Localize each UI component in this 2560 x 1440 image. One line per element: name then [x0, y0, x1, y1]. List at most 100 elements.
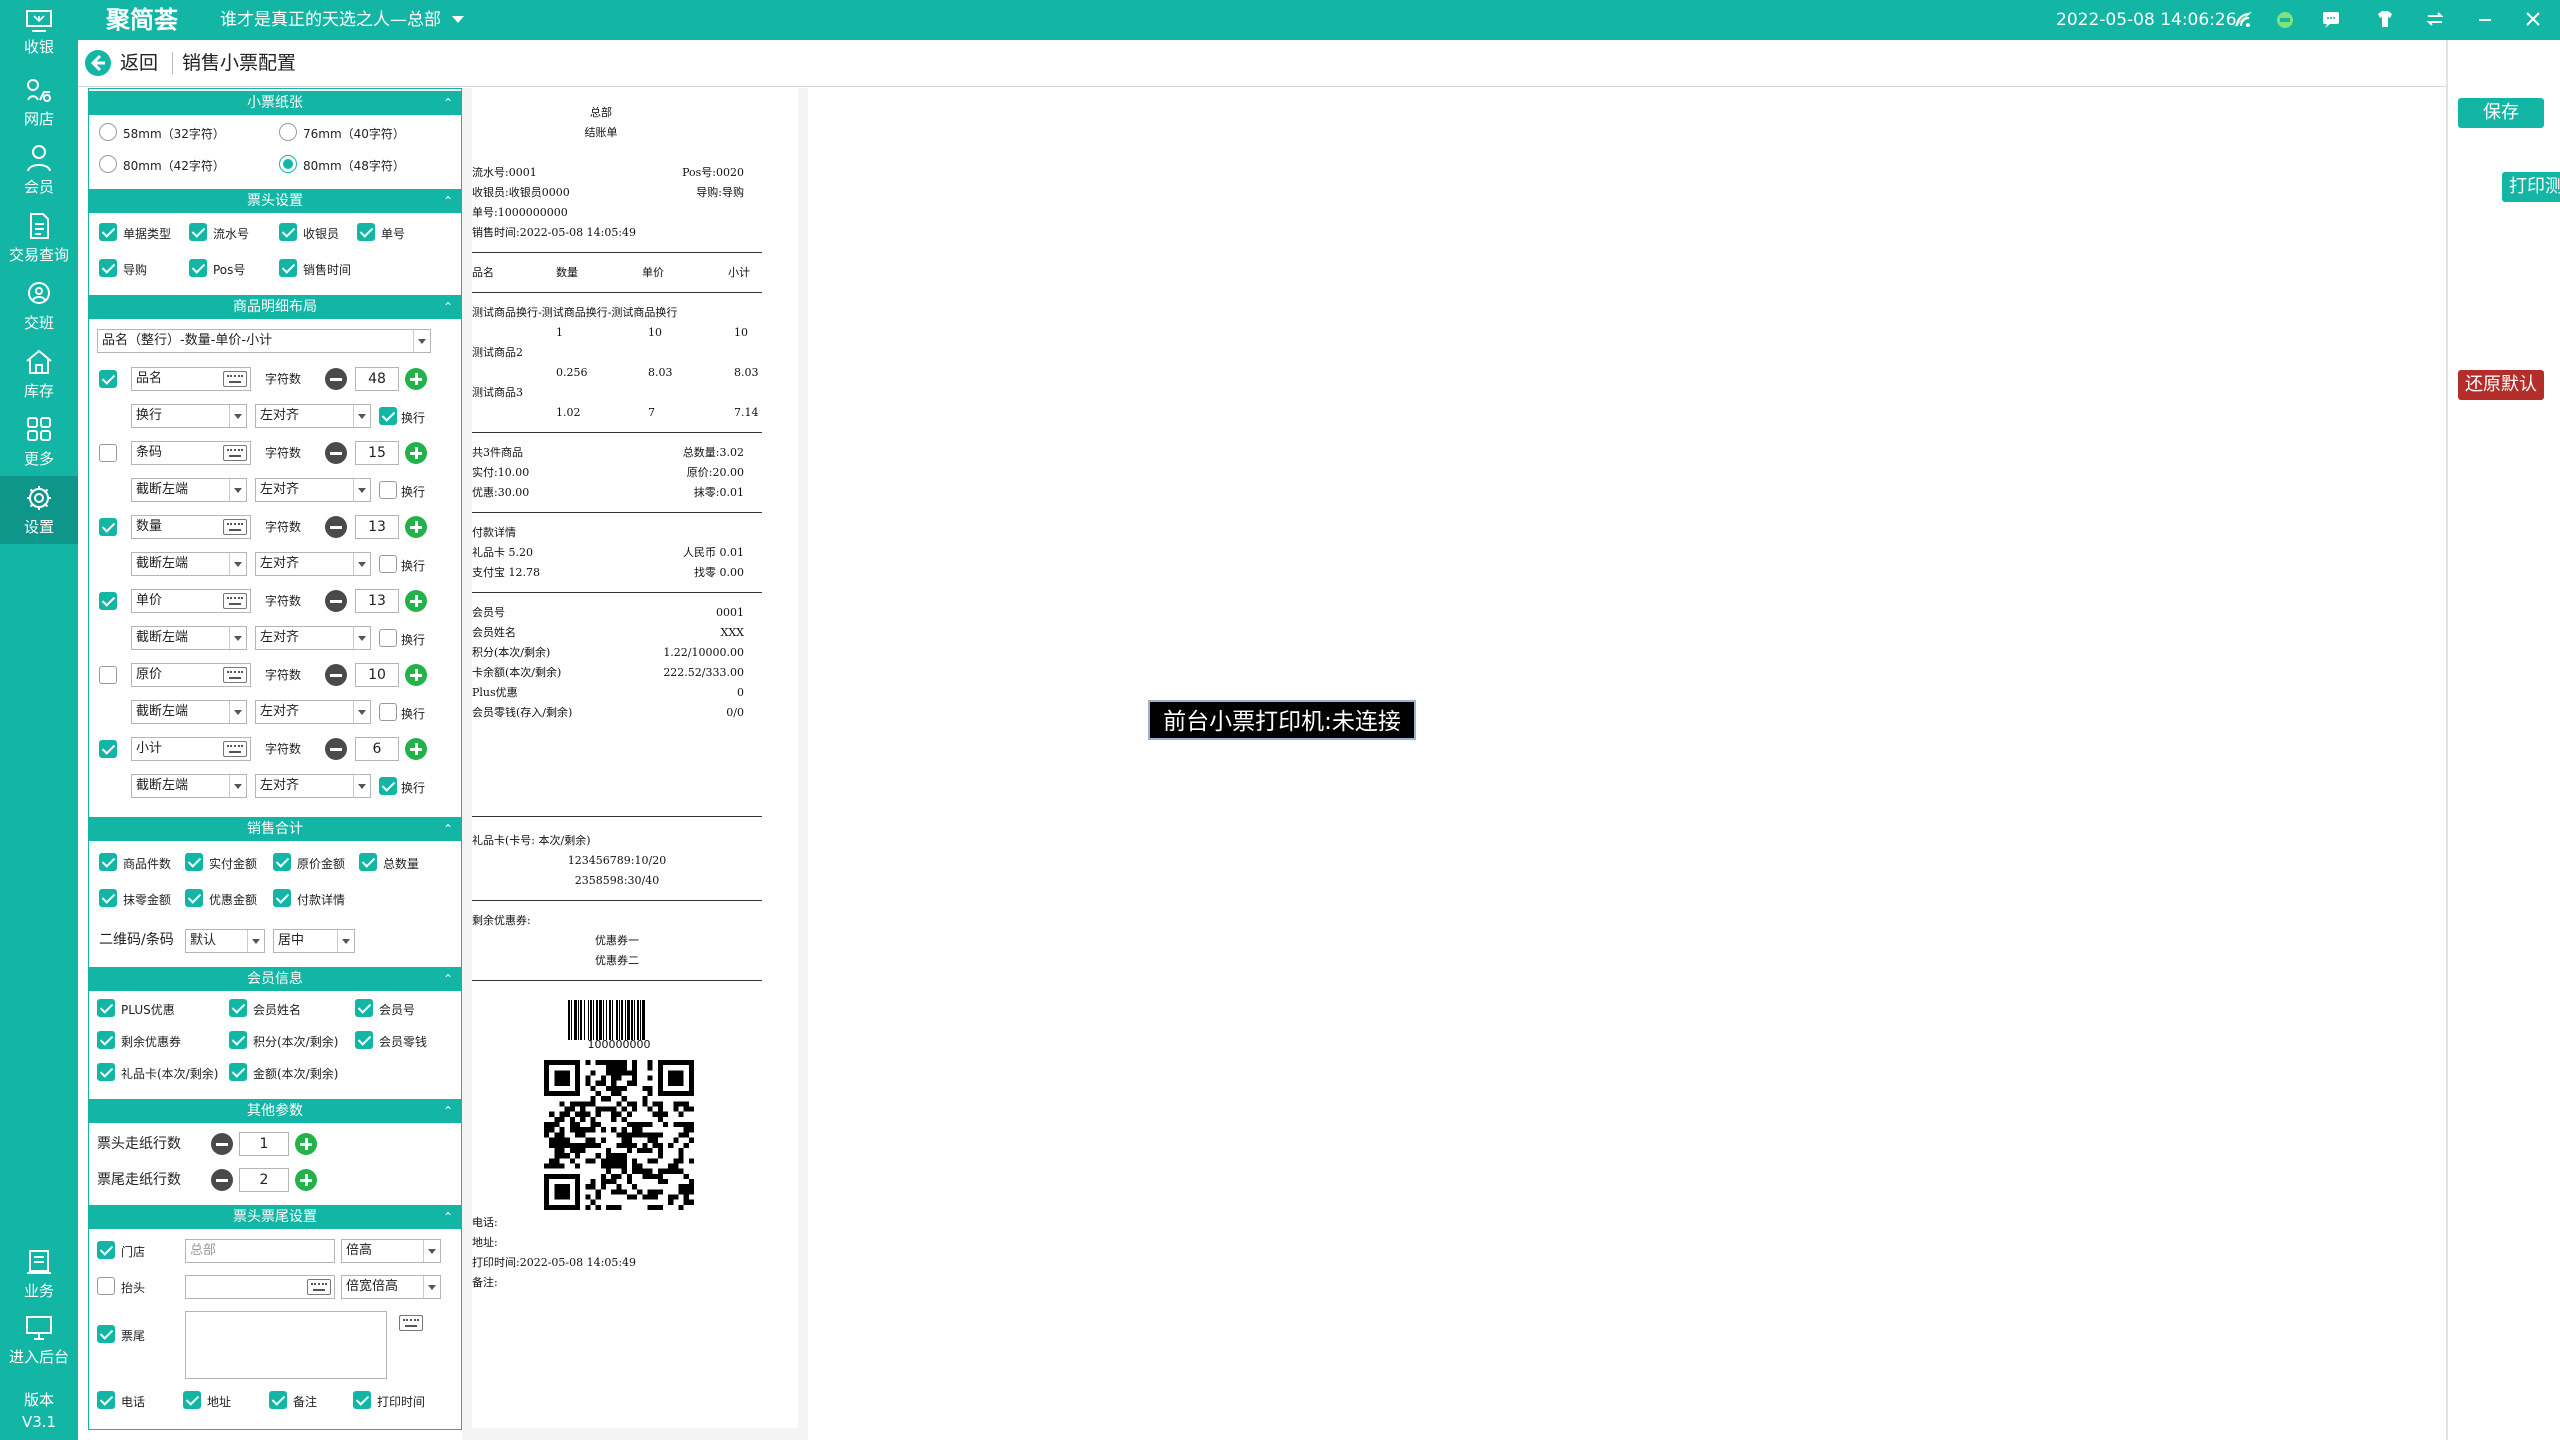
code-align-select[interactable]: 居中 — [273, 929, 355, 953]
checkbox-note[interactable] — [269, 1391, 287, 1409]
align-select[interactable]: 左对齐 — [255, 626, 371, 650]
keyboard-icon[interactable] — [223, 593, 247, 609]
char-count-minus[interactable] — [325, 664, 347, 686]
keyboard-icon[interactable] — [223, 741, 247, 757]
sidebar-item-transactions[interactable]: 交易查询 — [0, 204, 78, 272]
collapse-icon[interactable]: ⌃ — [443, 817, 453, 841]
back-arrow-icon[interactable] — [84, 49, 112, 77]
title-size-select[interactable]: 倍宽倍高 — [341, 1275, 441, 1299]
skin-icon[interactable] — [2374, 10, 2396, 30]
detail-row-checkbox[interactable] — [99, 370, 117, 388]
checkbox-giftcard[interactable] — [97, 1063, 115, 1081]
wrap-checkbox[interactable] — [379, 555, 397, 573]
sidebar-item-backend[interactable]: 进入后台 — [0, 1306, 78, 1374]
align-select[interactable]: 左对齐 — [255, 700, 371, 724]
detail-row-checkbox[interactable] — [99, 518, 117, 536]
switch-icon[interactable] — [2424, 10, 2446, 30]
tail-feed-input[interactable]: 2 — [239, 1168, 289, 1192]
checkbox-points[interactable] — [229, 1031, 247, 1049]
checkbox-cashier[interactable] — [279, 223, 297, 241]
checkbox-doc-type[interactable] — [99, 223, 117, 241]
checkbox-address[interactable] — [183, 1391, 201, 1409]
back-button[interactable]: 返回 — [120, 50, 158, 76]
overflow-mode-select[interactable]: 换行 — [131, 404, 247, 428]
tail-textarea[interactable] — [185, 1311, 387, 1379]
char-count-minus[interactable] — [325, 590, 347, 612]
minimize-icon[interactable] — [2474, 10, 2496, 30]
checkbox-change[interactable] — [355, 1031, 373, 1049]
checkbox-tail[interactable] — [97, 1325, 115, 1343]
align-select[interactable]: 左对齐 — [255, 552, 371, 576]
sidebar-item-settings[interactable]: 设置 — [0, 476, 78, 544]
checkbox-payment-detail[interactable] — [273, 889, 291, 907]
section-paper[interactable]: 小票纸张 ⌃ — [89, 91, 461, 115]
collapse-icon[interactable]: ⌃ — [443, 1205, 453, 1229]
section-sales-total[interactable]: 销售合计 ⌃ — [89, 817, 461, 841]
tail-feed-plus[interactable] — [295, 1169, 317, 1191]
close-icon[interactable] — [2522, 10, 2544, 30]
checkbox-total-qty[interactable] — [359, 853, 377, 871]
collapse-icon[interactable]: ⌃ — [443, 189, 453, 213]
char-count-plus[interactable] — [405, 442, 427, 464]
paper-radio-76[interactable] — [279, 123, 297, 141]
sidebar-item-inventory[interactable]: 库存 — [0, 340, 78, 408]
checkbox-serial[interactable] — [189, 223, 207, 241]
overflow-mode-select[interactable]: 截断左端 — [131, 478, 247, 502]
checkbox-original[interactable] — [273, 853, 291, 871]
collapse-icon[interactable]: ⌃ — [443, 295, 453, 319]
checkbox-paid[interactable] — [185, 853, 203, 871]
paper-radio-80-48[interactable] — [279, 155, 297, 173]
collapse-icon[interactable]: ⌃ — [443, 91, 453, 115]
wrap-checkbox[interactable] — [379, 629, 397, 647]
char-count-input[interactable]: 6 — [355, 737, 399, 761]
align-select[interactable]: 左对齐 — [255, 478, 371, 502]
head-feed-minus[interactable] — [211, 1133, 233, 1155]
wrap-checkbox[interactable] — [379, 703, 397, 721]
detail-row-checkbox[interactable] — [99, 592, 117, 610]
status-icon[interactable] — [2274, 10, 2296, 30]
checkbox-coupons[interactable] — [97, 1031, 115, 1049]
detail-row-checkbox[interactable] — [99, 444, 117, 462]
keyboard-icon[interactable] — [223, 445, 247, 461]
overflow-mode-select[interactable]: 截断左端 — [131, 552, 247, 576]
char-count-input[interactable]: 13 — [355, 515, 399, 539]
char-count-plus[interactable] — [405, 738, 427, 760]
checkbox-order-no[interactable] — [357, 223, 375, 241]
save-button[interactable]: 保存 — [2458, 98, 2544, 128]
sidebar-item-business[interactable]: 业务 — [0, 1240, 78, 1308]
store-input[interactable]: 总部 — [185, 1239, 335, 1263]
code-select[interactable]: 默认 — [185, 929, 265, 953]
char-count-input[interactable]: 48 — [355, 367, 399, 391]
char-count-input[interactable]: 13 — [355, 589, 399, 613]
char-count-plus[interactable] — [405, 664, 427, 686]
detail-row-checkbox[interactable] — [99, 740, 117, 758]
collapse-icon[interactable]: ⌃ — [443, 967, 453, 991]
message-icon[interactable] — [2320, 10, 2342, 30]
checkbox-sale-time[interactable] — [279, 259, 297, 277]
checkbox-discount[interactable] — [185, 889, 203, 907]
wrap-checkbox[interactable] — [379, 407, 397, 425]
keyboard-icon[interactable] — [399, 1315, 423, 1331]
tail-feed-minus[interactable] — [211, 1169, 233, 1191]
layout-select[interactable]: 品名（整行）-数量-单价-小计 — [97, 329, 431, 353]
section-head-tail[interactable]: 票头票尾设置 ⌃ — [89, 1205, 461, 1229]
store-selector[interactable]: 谁才是真正的天选之人—总部 — [220, 0, 441, 40]
char-count-minus[interactable] — [325, 738, 347, 760]
overflow-mode-select[interactable]: 截断左端 — [131, 626, 247, 650]
checkbox-print-time[interactable] — [353, 1391, 371, 1409]
sidebar-item-more[interactable]: 更多 — [0, 408, 78, 476]
section-other[interactable]: 其他参数 ⌃ — [89, 1099, 461, 1123]
char-count-input[interactable]: 15 — [355, 441, 399, 465]
overflow-mode-select[interactable]: 截断左端 — [131, 700, 247, 724]
overflow-mode-select[interactable]: 截断左端 — [131, 774, 247, 798]
char-count-input[interactable]: 10 — [355, 663, 399, 687]
char-count-minus[interactable] — [325, 442, 347, 464]
checkbox-pos[interactable] — [189, 259, 207, 277]
sidebar-item-shop[interactable]: 网店 — [0, 68, 78, 136]
section-member[interactable]: 会员信息 ⌃ — [89, 967, 461, 991]
char-count-minus[interactable] — [325, 368, 347, 390]
sidebar-item-member[interactable]: 会员 — [0, 136, 78, 204]
sidebar-item-cashier[interactable]: 收银 — [0, 0, 78, 68]
checkbox-member-no[interactable] — [355, 999, 373, 1017]
checkbox-title[interactable] — [97, 1277, 115, 1295]
